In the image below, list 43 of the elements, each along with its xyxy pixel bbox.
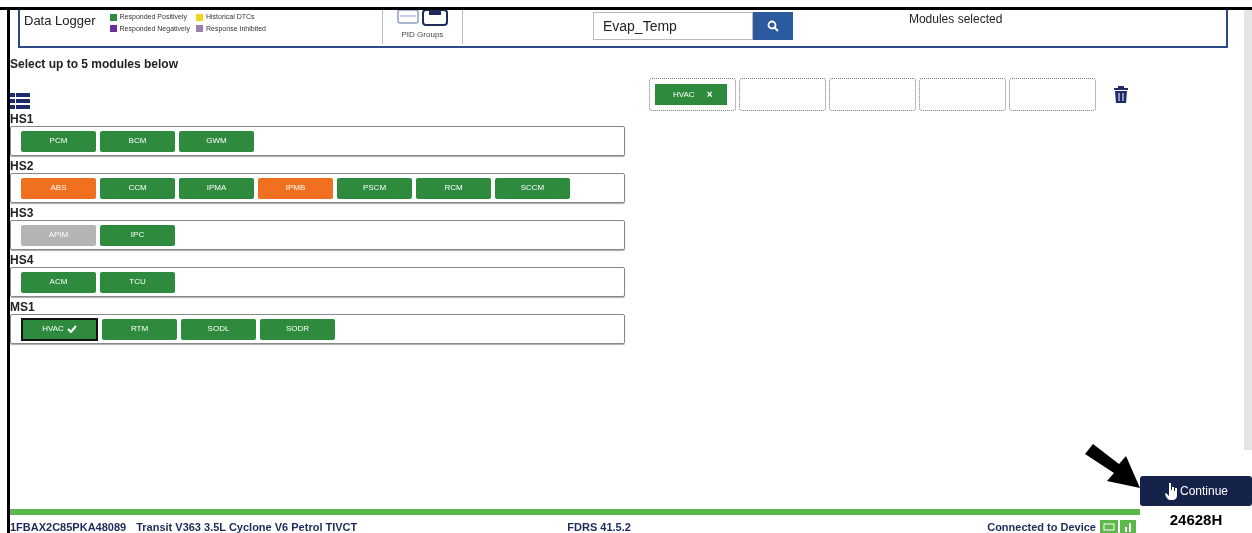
trash-icon[interactable] <box>1114 86 1128 103</box>
group-heading: HS2 <box>10 159 35 173</box>
module-button[interactable]: GWM <box>179 130 254 152</box>
module-button[interactable]: PSCM <box>337 177 412 199</box>
search-button[interactable] <box>752 12 793 40</box>
hand-pointer-icon <box>1163 482 1178 500</box>
module-button[interactable]: ACM <box>21 271 96 293</box>
connection-status: Connected to Device <box>987 520 1096 533</box>
module-button[interactable]: SODR <box>260 318 335 340</box>
module-button[interactable]: RTM <box>102 318 177 340</box>
group-heading: HS1 <box>10 112 35 126</box>
arrow-icon <box>1085 444 1140 488</box>
pid-groups-label: PID Groups <box>401 29 444 41</box>
version-text: FDRS 41.5.2 <box>567 520 631 533</box>
search-icon <box>766 20 779 32</box>
module-button[interactable]: ABS <box>21 177 96 199</box>
module-button[interactable]: PCM <box>21 130 96 152</box>
vehicle-text: Transit V363 3.5L Cyclone V6 Petrol TIVCT <box>136 520 358 533</box>
module-button[interactable]: IPMB <box>258 177 333 199</box>
module-button[interactable]: HVAC <box>21 317 98 341</box>
module-button[interactable]: IPC <box>100 224 175 246</box>
module-button[interactable]: SODL <box>181 318 256 340</box>
module-button[interactable]: BCM <box>100 130 175 152</box>
list-view-icon[interactable] <box>10 93 30 109</box>
remove-button[interactable]: × <box>706 89 713 100</box>
check-icon <box>66 325 77 333</box>
vin-text: 1FBAX2C85PKA48089 <box>10 520 127 533</box>
module-button[interactable]: SCCM <box>495 177 570 199</box>
module-button[interactable]: IPMA <box>179 177 254 199</box>
chip-label: HVAC <box>673 88 695 101</box>
search-field[interactable]: Evap_Temp <box>592 12 753 40</box>
instruction-text: Select up to 5 modules below <box>10 56 180 73</box>
module-button[interactable]: RCM <box>416 177 491 199</box>
module-button[interactable]: CCM <box>100 177 175 199</box>
modules-selected-label: Modules selected <box>908 11 1003 28</box>
group-heading: MS1 <box>10 300 36 314</box>
save-icon[interactable] <box>421 10 448 26</box>
scrollbar[interactable] <box>1244 10 1252 450</box>
group-heading: HS4 <box>10 253 35 267</box>
module-button[interactable]: TCU <box>100 271 175 293</box>
group-heading: HS3 <box>10 206 35 220</box>
continue-button[interactable]: Continue <box>1140 476 1252 506</box>
app-title: Data Logger <box>24 12 96 30</box>
